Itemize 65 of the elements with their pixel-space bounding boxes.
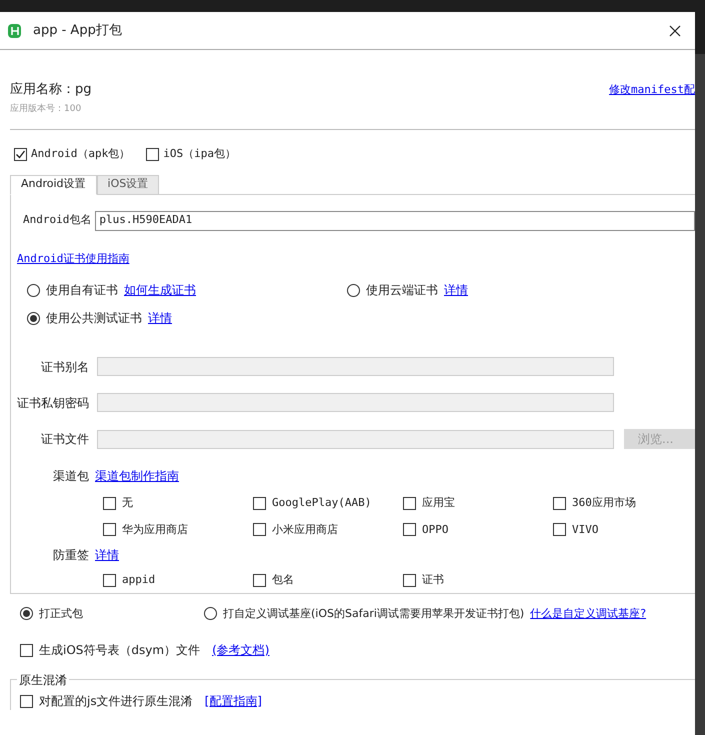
- package-field[interactable]: plus.H590EADA1: [95, 210, 695, 230]
- checkbox[interactable]: [253, 496, 266, 510]
- checkbox[interactable]: [20, 694, 33, 708]
- tab[interactable]: Android设置: [10, 174, 97, 194]
- selected-radio[interactable]: [20, 607, 33, 620]
- checkbox[interactable]: [403, 496, 416, 510]
- help-link[interactable]: (参考文档): [212, 643, 270, 657]
- field-label: 证书别名: [40, 358, 90, 376]
- package-label: Android包名: [23, 212, 92, 228]
- field-label: 证书文件: [40, 431, 90, 448]
- platform-label: Android（apk包）: [31, 146, 130, 162]
- channel-label: 小米应用商店: [272, 522, 338, 538]
- option-label: 包名: [272, 572, 294, 588]
- channel-label: 360应用市场: [572, 495, 636, 511]
- option-label: 证书: [422, 572, 444, 588]
- radio-label: 打正式包: [39, 606, 83, 622]
- radio[interactable]: [27, 284, 40, 296]
- help-link[interactable]: 什么是自定义调试基座?: [530, 606, 646, 620]
- section-label: 防重签: [53, 547, 89, 564]
- checkbox[interactable]: [103, 496, 116, 510]
- close-button[interactable]: [667, 22, 683, 38]
- help-link[interactable]: Android证书使用指南: [17, 252, 130, 264]
- checkbox[interactable]: [553, 523, 566, 536]
- checkbox[interactable]: [253, 574, 266, 587]
- channel-label: 应用宝: [422, 495, 455, 511]
- help-link[interactable]: [配置指南]: [204, 694, 262, 708]
- checked-checkbox[interactable]: [14, 148, 27, 161]
- selected-radio[interactable]: [27, 312, 40, 324]
- app-name: 应用名称：pg: [10, 81, 93, 99]
- checkbox[interactable]: [553, 496, 566, 510]
- checkbox[interactable]: [103, 523, 116, 536]
- checkbox[interactable]: [253, 523, 266, 536]
- tab[interactable]: iOS设置: [96, 174, 160, 194]
- section-label: 渠道包: [53, 468, 89, 485]
- field-label: 证书私钥密码: [17, 394, 90, 412]
- channel-label: GooglePlay(AAB): [272, 495, 372, 511]
- checkbox[interactable]: [403, 523, 416, 536]
- scrollbar[interactable]: [695, 54, 705, 735]
- app-version: 应用版本号：100: [10, 102, 82, 116]
- checkbox[interactable]: [103, 574, 116, 587]
- channel-label: 华为应用商店: [122, 522, 188, 538]
- window-title: app - App打包: [33, 22, 123, 40]
- app-logo-icon: [8, 24, 21, 38]
- checkbox[interactable]: [20, 644, 33, 656]
- help-link[interactable]: 详情: [444, 281, 468, 299]
- radio-label: 使用公共测试证书: [46, 310, 142, 327]
- radio-label: 使用自有证书: [46, 282, 118, 299]
- checkbox[interactable]: [403, 574, 416, 587]
- channel-label: OPPO: [422, 522, 448, 538]
- manifest-link[interactable]: 修改manifest配: [609, 82, 695, 98]
- option-label: 生成iOS符号表（dsym）文件: [39, 642, 200, 659]
- radio-label: 打自定义调试基座(iOS的Safari调试需要用苹果开发证书打包): [223, 606, 524, 622]
- channel-label: 无: [122, 495, 133, 511]
- radio[interactable]: [347, 284, 360, 296]
- checkbox[interactable]: [146, 148, 160, 161]
- option-label: appid: [122, 572, 156, 588]
- platform-label: iOS（ipa包）: [163, 146, 236, 162]
- option-label: 对配置的js文件进行原生混淆: [39, 693, 193, 710]
- help-link[interactable]: 如何生成证书: [124, 281, 196, 299]
- radio-label: 使用云端证书: [366, 282, 438, 299]
- channel-label: VIVO: [572, 522, 598, 538]
- help-link[interactable]: 详情: [148, 309, 172, 327]
- help-link[interactable]: 详情: [95, 546, 119, 564]
- radio[interactable]: [204, 607, 217, 620]
- help-link[interactable]: 渠道包制作指南: [95, 467, 179, 485]
